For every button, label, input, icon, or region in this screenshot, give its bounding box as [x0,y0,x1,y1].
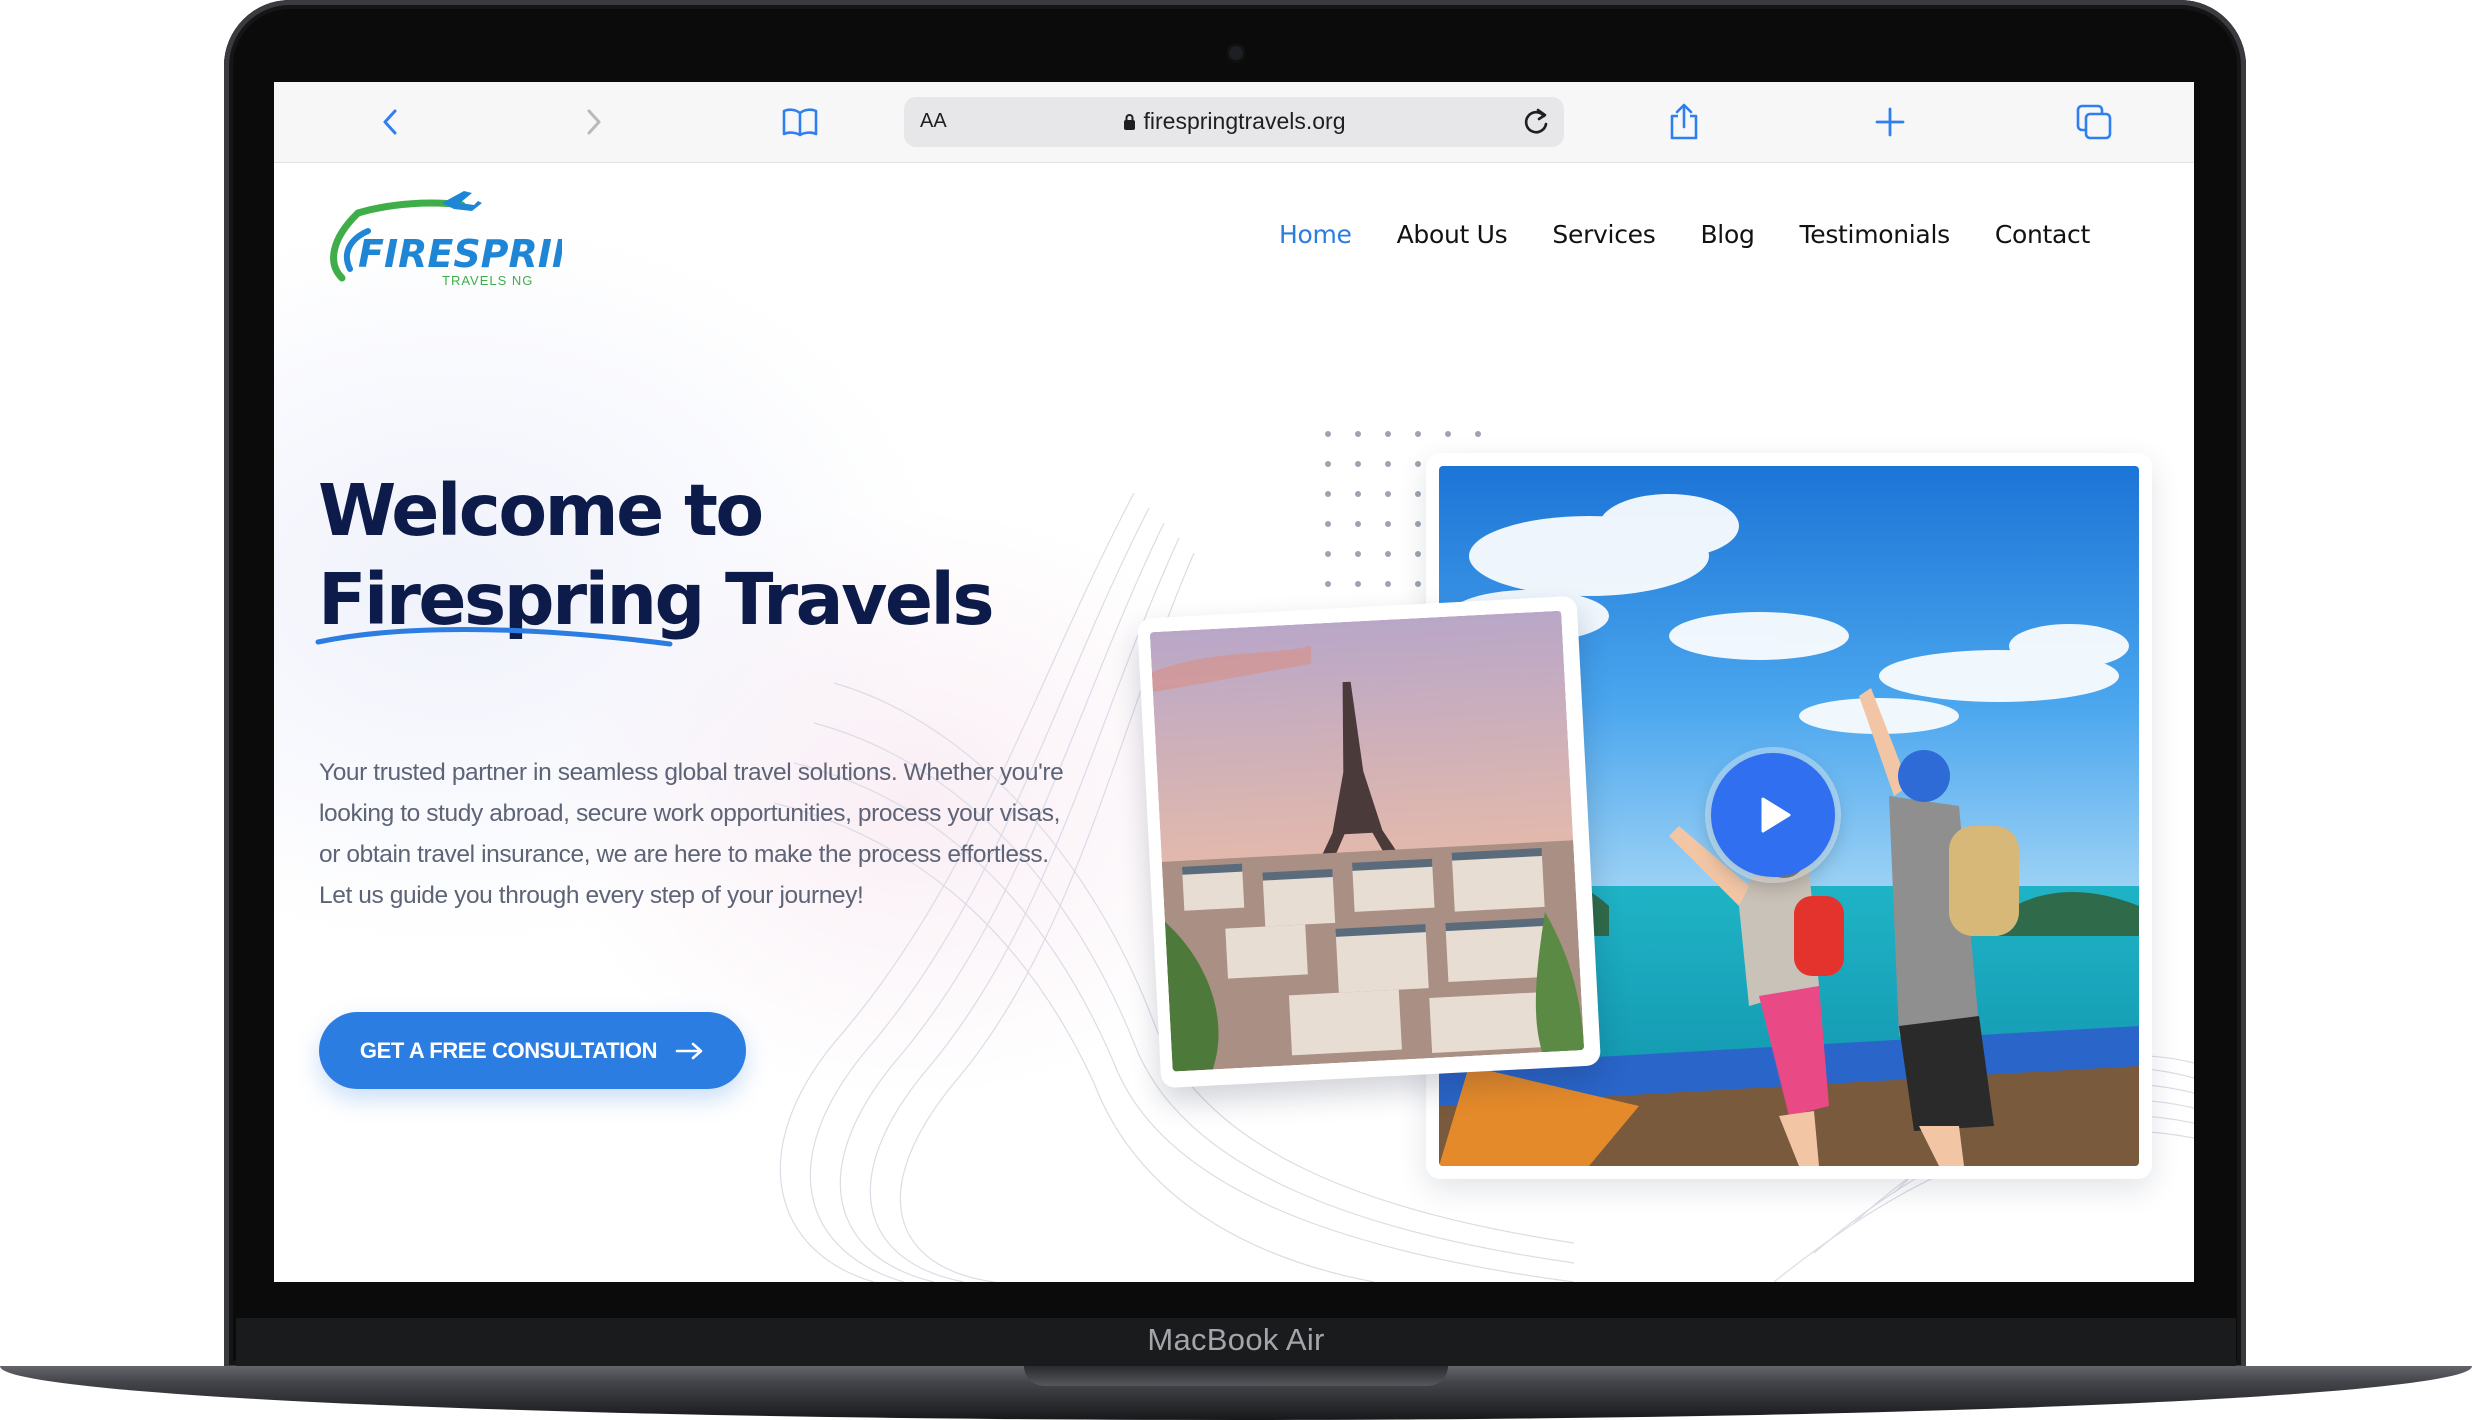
nav-contact[interactable]: Contact [1995,220,2090,249]
paris-illustration [1149,610,1585,1072]
lock-icon [1123,110,1136,137]
logo-subtitle: TRAVELS NG [442,273,533,288]
share-icon[interactable] [1664,102,1704,142]
nav-about-us[interactable]: About Us [1397,220,1508,249]
screen: AA firespringtravels.org FIRESPRI TRAVEL… [274,82,2194,1282]
hero-title-brand: Firespring [315,555,705,647]
address-bar[interactable]: AA firespringtravels.org [904,97,1564,147]
hero-title: Welcome to Firespring Travels [315,466,995,647]
laptop-notch [1024,1366,1448,1386]
cta-label: GET A FREE CONSULTATION [359,1037,658,1063]
chevron-right-icon[interactable] [574,102,614,142]
hero-tagline: Let us guide you through every step of y… [319,882,864,909]
nav-home[interactable]: Home [1279,220,1352,249]
chevron-left-icon[interactable] [370,102,410,142]
nav-blog[interactable]: Blog [1700,220,1754,249]
nav-services[interactable]: Services [1552,220,1655,249]
hero-description: Your trusted partner in seamless global … [319,759,1064,909]
nav-testimonials[interactable]: Testimonials [1800,220,1951,249]
book-icon[interactable] [780,102,820,142]
main-nav: Home About Us Services Blog Testimonials… [1279,220,2090,249]
browser-toolbar: AA firespringtravels.org [274,82,2194,163]
plus-icon[interactable] [1870,102,1910,142]
brush-underline-icon [315,627,673,647]
hero-title-line1: Welcome to [318,469,764,552]
firespring-logo-icon: FIRESPRING TRAVELS NG [330,191,615,288]
free-consultation-button[interactable]: GET A FREE CONSULTATION [319,1012,746,1089]
tabs-icon[interactable] [2074,102,2114,142]
play-icon [1761,797,1791,833]
web-page: FIRESPRING TRAVELS NG Home About Us Serv… [274,163,2194,1282]
webcam [1229,46,1243,60]
site-logo[interactable]: FIRESPRING TRAVELS NG [322,183,615,293]
paris-eiffel-tower-photo [1137,595,1601,1089]
logo-wordmark: FIRESPRING [358,232,562,276]
arrow-right-icon [675,1042,703,1059]
play-video-button[interactable] [1711,753,1835,877]
device-label: MacBook Air [1147,1322,1325,1357]
url-text: firespringtravels.org [1143,108,1346,134]
reload-icon[interactable] [1518,104,1554,145]
hero-title-tail: Travels [702,558,995,641]
